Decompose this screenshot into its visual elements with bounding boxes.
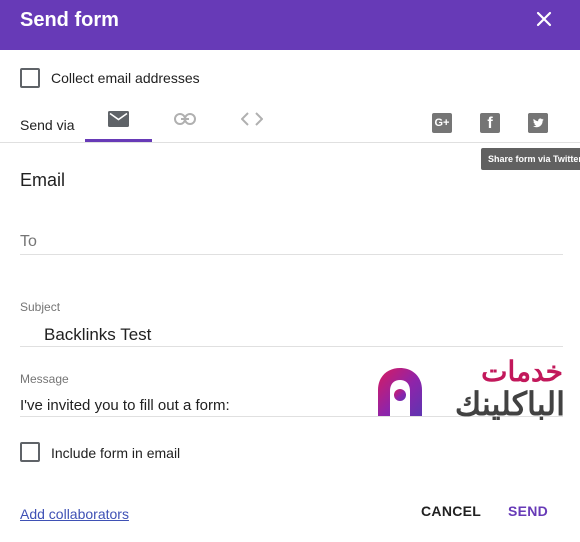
google-plus-icon[interactable]: G+ xyxy=(432,113,452,133)
watermark-logo: خدمات الباكلينك xyxy=(370,356,565,424)
watermark-line2: الباكلينك xyxy=(454,386,565,422)
add-collaborators-link[interactable]: Add collaborators xyxy=(20,506,129,523)
message-label: Message xyxy=(20,372,69,386)
watermark-line1: خدمات xyxy=(481,356,563,387)
section-heading: Email xyxy=(20,170,66,190)
include-form-label: Include form in email xyxy=(51,445,181,461)
facebook-icon[interactable]: f xyxy=(480,113,500,133)
embed-code-icon[interactable] xyxy=(241,112,263,126)
share-tooltip: Share form via Twitter xyxy=(481,148,580,170)
logo-mark-icon xyxy=(378,368,422,416)
send-via-label: Send via xyxy=(20,117,75,133)
tab-divider xyxy=(0,142,580,143)
twitter-icon[interactable] xyxy=(528,113,548,133)
collect-email-label: Collect email addresses xyxy=(51,70,200,86)
cancel-button[interactable]: CANCEL xyxy=(421,503,481,520)
close-icon[interactable] xyxy=(534,9,554,29)
subject-label: Subject xyxy=(20,300,61,314)
email-icon[interactable] xyxy=(108,111,129,127)
subject-field[interactable] xyxy=(20,324,563,347)
collect-email-checkbox[interactable] xyxy=(20,68,40,88)
dialog-title: Send form xyxy=(20,9,119,31)
send-button[interactable]: SEND xyxy=(508,503,548,520)
to-field[interactable] xyxy=(20,230,563,255)
include-form-checkbox[interactable] xyxy=(20,442,40,462)
link-icon[interactable] xyxy=(174,113,196,125)
dialog-header: Send form xyxy=(0,0,580,50)
